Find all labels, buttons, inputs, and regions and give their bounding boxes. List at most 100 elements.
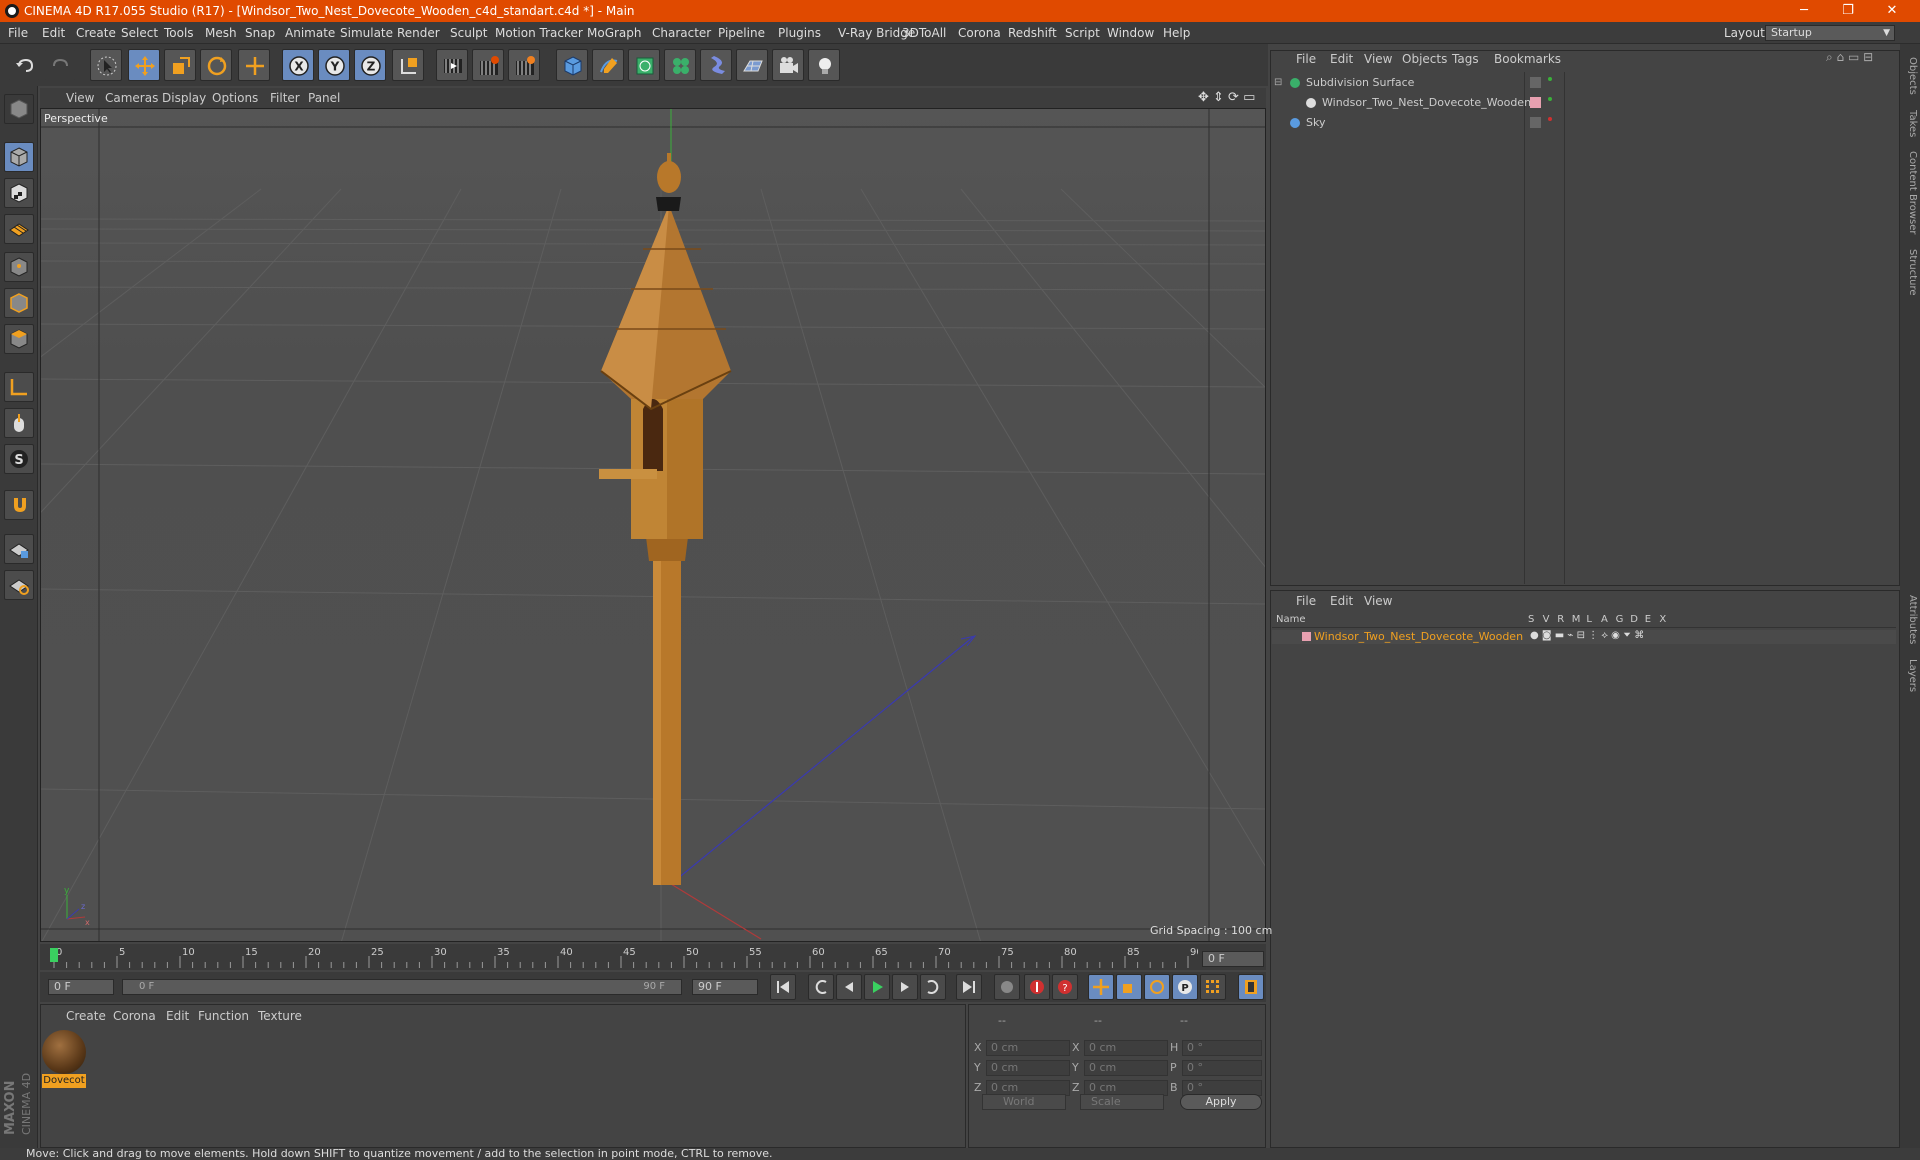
coordinate-mode-dropdown[interactable]: World [982,1094,1066,1110]
light-button[interactable] [808,49,840,81]
viewport-menu-view[interactable]: View [66,88,94,108]
menu-create[interactable]: Create [76,22,116,44]
size-field[interactable]: 0 cm [1084,1060,1168,1076]
layer-menu-edit[interactable]: Edit [1330,592,1353,610]
current-frame-marker[interactable] [50,948,58,962]
layer-column-e[interactable]: E [1645,614,1651,625]
visibility-toggle-icon[interactable] [1530,117,1541,128]
close-button[interactable]: ✕ [1870,0,1914,22]
visibility-toggle-icon[interactable] [1530,97,1541,108]
next-keyframe-button[interactable] [920,974,946,1000]
side-tab-takes[interactable]: Takes [1902,106,1918,142]
workplane-lock-button[interactable] [4,534,34,564]
key-position-button[interactable] [1088,974,1114,1000]
coordinate-system-button[interactable] [392,49,424,81]
scale-tool-button[interactable] [164,49,196,81]
record-keyframe-button[interactable] [1024,974,1050,1000]
rotation-field[interactable]: 0 ° [1182,1040,1262,1056]
restore-button[interactable]: ❐ [1826,0,1870,22]
menu-simulate[interactable]: Simulate [340,22,393,44]
end-frame-field[interactable]: 90 F [692,979,758,995]
menu-window[interactable]: Window [1107,22,1154,44]
layer-column-m[interactable]: M [1572,614,1581,625]
frame-range-slider[interactable]: 0 F 90 F [122,979,682,995]
object-name[interactable]: Sky [1306,114,1325,132]
menu-character[interactable]: Character [652,22,711,44]
menu-edit[interactable]: Edit [42,22,65,44]
redo-button[interactable] [44,49,76,81]
layer-row[interactable]: Windsor_Two_Nest_Dovecote_Wooden ● ◙ ▬ ⌁… [1272,630,1896,644]
menu-redshift[interactable]: Redshift [1008,22,1057,44]
menu-plugins[interactable]: Plugins [778,22,821,44]
side-tab-structure[interactable]: Structure [1902,244,1918,300]
start-frame-field[interactable]: 0 F [48,979,114,995]
deformer-button[interactable] [700,49,732,81]
menu-file[interactable]: File [8,22,28,44]
points-mode-button[interactable] [4,252,34,282]
solo-mode-button[interactable]: S [4,444,34,474]
minimize-button[interactable]: ─ [1782,0,1826,22]
side-tab-attributes[interactable]: Attributes [1902,592,1918,648]
go-to-end-button[interactable] [956,974,982,1000]
menu-3dtoall[interactable]: 3DToAll [902,22,946,44]
size-mode-dropdown[interactable]: Scale [1080,1094,1164,1110]
object-row[interactable]: ⊟ Subdivision Surface [1272,74,1892,92]
layer-column-v[interactable]: V [1543,614,1550,625]
planar-workplane-button[interactable] [4,570,34,600]
viewport-menu-display[interactable]: Display [162,88,206,108]
layout-dropdown[interactable]: Startup ▼ [1765,25,1895,41]
menu-sculpt[interactable]: Sculpt [450,22,487,44]
layer-column-s[interactable]: S [1528,614,1534,625]
material-name-label[interactable]: Dovecot [42,1074,86,1088]
workplane-mode-button[interactable] [4,214,34,244]
perspective-viewport[interactable]: y z x [40,108,1266,942]
mograph-cloner-button[interactable] [664,49,696,81]
layer-column-a[interactable]: A [1601,614,1608,625]
timeline-window-button[interactable] [1238,974,1264,1000]
object-name[interactable]: Windsor_Two_Nest_Dovecote_Wooden [1322,94,1531,112]
material-menu-texture[interactable]: Texture [258,1006,302,1026]
menu-select[interactable]: Select [121,22,158,44]
make-editable-button[interactable] [4,94,34,124]
menu-script[interactable]: Script [1065,22,1100,44]
key-rotation-button[interactable] [1144,974,1170,1000]
menu-mograph[interactable]: MoGraph [587,22,642,44]
layer-column-g[interactable]: G [1616,614,1624,625]
tweak-mode-button[interactable] [4,408,34,438]
expand-toggle-icon[interactable]: ⊟ [1274,74,1282,92]
side-tab-layers[interactable]: Layers [1902,656,1918,696]
viewport-menu-cameras[interactable]: Cameras [105,88,158,108]
layer-name[interactable]: Windsor_Two_Nest_Dovecote_Wooden [1314,630,1523,643]
render-toggle-icon[interactable] [1548,77,1552,81]
subdivision-surface-button[interactable] [628,49,660,81]
menu-tools[interactable]: Tools [164,22,194,44]
snap-button[interactable] [4,490,34,520]
z-axis-lock-button[interactable]: Z [354,49,386,81]
viewport-navigation-icons[interactable]: ✥ ⇕ ⟳ ▭ [1198,90,1255,105]
size-field[interactable]: 0 cm [1084,1040,1168,1056]
material-menu-create[interactable]: Create [66,1006,106,1026]
render-settings-button[interactable] [508,49,540,81]
previous-keyframe-button[interactable] [808,974,834,1000]
texture-mode-button[interactable] [4,178,34,208]
autokey-button[interactable]: ? [1052,974,1078,1000]
camera-button[interactable] [772,49,804,81]
object-menu-bookmarks[interactable]: Bookmarks [1494,50,1561,68]
viewport-menu-filter[interactable]: Filter [270,88,300,108]
layer-color-swatch[interactable] [1302,632,1311,641]
current-frame-field[interactable]: 0 F [1202,951,1264,967]
menu-render[interactable]: Render [397,22,440,44]
menu-corona[interactable]: Corona [958,22,1001,44]
key-scale-button[interactable] [1116,974,1142,1000]
apply-button[interactable]: Apply [1180,1094,1262,1110]
live-selection-button[interactable] [90,49,122,81]
floor-button[interactable] [736,49,768,81]
visibility-toggle-icon[interactable] [1530,77,1541,88]
layer-toggle-icons[interactable]: ● ◙ ▬ ⌁ ⊟ ⋮ ⟡ ◉ ⏷ ⌘ [1530,630,1644,641]
layer-menu-file[interactable]: File [1296,592,1316,610]
render-picture-viewer-button[interactable] [472,49,504,81]
layer-column-d[interactable]: D [1630,614,1638,625]
menu-animate[interactable]: Animate [285,22,335,44]
object-menu-file[interactable]: File [1296,50,1316,68]
menu-pipeline[interactable]: Pipeline [718,22,765,44]
